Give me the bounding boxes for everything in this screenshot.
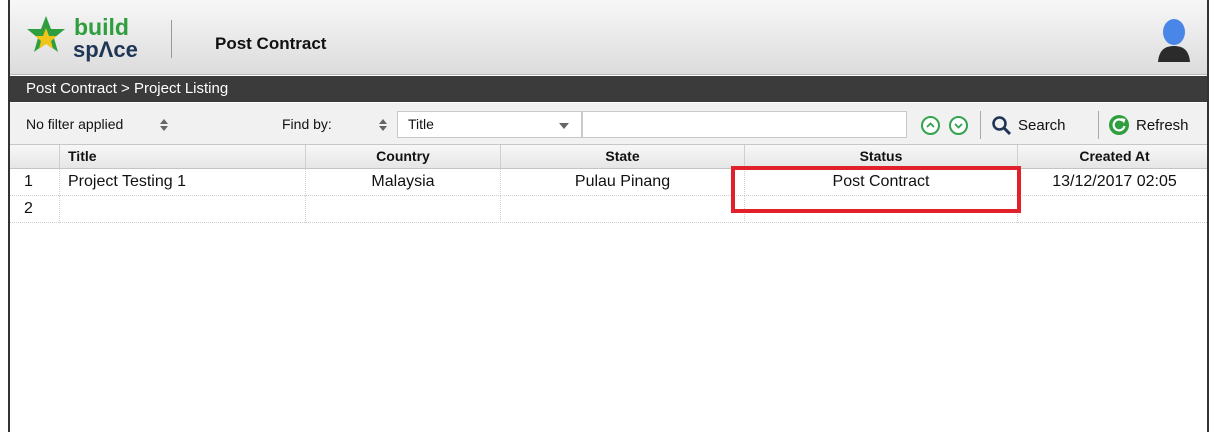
header-title[interactable]: Title: [60, 145, 306, 169]
sort-arrows-icon: [378, 118, 388, 132]
cell-country[interactable]: Malaysia: [306, 169, 501, 196]
header-state[interactable]: State: [501, 145, 745, 169]
header-country[interactable]: Country: [306, 145, 501, 169]
breadcrumb: Post Contract > Project Listing: [26, 80, 229, 97]
search-button-label: Search: [1018, 117, 1066, 134]
search-icon: [992, 116, 1012, 136]
header-created-at[interactable]: Created At: [1018, 145, 1211, 169]
search-input[interactable]: [582, 111, 907, 138]
row-number: 1: [10, 169, 60, 196]
find-by-label: Find by:: [282, 116, 332, 132]
cell-title[interactable]: Project Testing 1: [60, 169, 306, 196]
dropdown-caret-icon: [559, 123, 569, 129]
sort-arrows-icon[interactable]: [159, 118, 169, 132]
refresh-icon: [1109, 115, 1129, 135]
header-divider: [171, 20, 172, 58]
cell-state[interactable]: Pulau Pinang: [501, 169, 745, 196]
breadcrumb-bar: Post Contract > Project Listing: [10, 76, 1207, 102]
chevron-up-circle-icon[interactable]: [921, 116, 940, 135]
cell-state[interactable]: [501, 196, 745, 223]
chevron-down-circle-icon[interactable]: [949, 116, 968, 135]
user-avatar-icon[interactable]: [1157, 18, 1191, 62]
cell-country[interactable]: [306, 196, 501, 223]
header-rownum: [10, 145, 60, 169]
app-title: Post Contract: [215, 34, 327, 53]
buildspace-logo[interactable]: build spΛce: [24, 12, 164, 64]
table-row[interactable]: 2: [10, 196, 1207, 223]
app-window: build spΛce Post Contract Post Contract …: [8, 0, 1209, 432]
toolbar-divider: [980, 111, 981, 139]
refresh-button-label: Refresh: [1136, 117, 1189, 134]
cell-created-at[interactable]: 13/12/2017 02:05: [1018, 169, 1211, 196]
filter-status[interactable]: No filter applied: [26, 116, 123, 132]
search-button[interactable]: Search: [987, 111, 1088, 139]
status-highlight-box: [731, 166, 1021, 213]
app-header: build spΛce Post Contract: [10, 0, 1207, 75]
table-row[interactable]: 1 Project Testing 1 Malaysia Pulau Pinan…: [10, 169, 1207, 196]
row-number: 2: [10, 196, 60, 223]
toolbar: No filter applied Find by: Title Search: [10, 103, 1207, 145]
cell-created-at[interactable]: [1018, 196, 1211, 223]
cell-title[interactable]: [60, 196, 306, 223]
find-by-select[interactable]: Title: [379, 111, 582, 138]
refresh-button[interactable]: Refresh: [1104, 111, 1207, 139]
grid-header: Title Country State Status Created At: [10, 145, 1207, 169]
logo-text-space: spΛce: [73, 37, 138, 62]
find-by-value: Title: [408, 116, 434, 132]
toolbar-divider: [1098, 111, 1099, 139]
